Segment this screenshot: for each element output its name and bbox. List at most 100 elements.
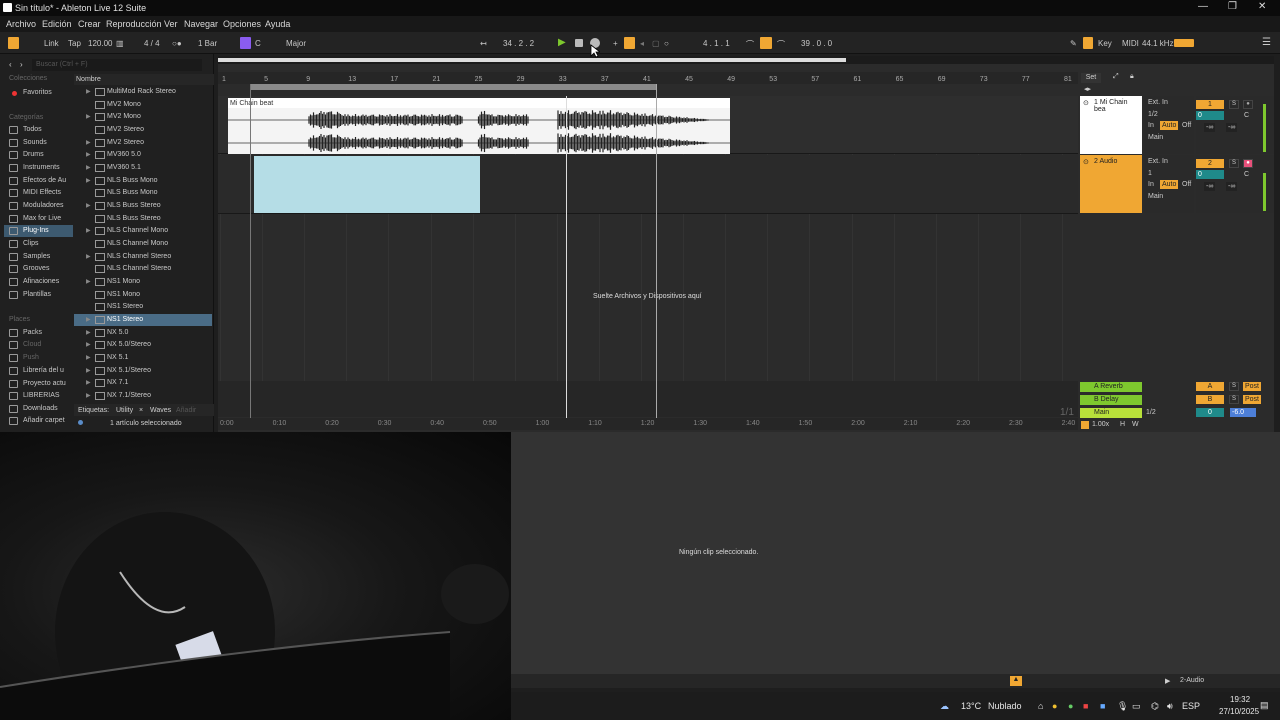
track-1-monitor-in[interactable]: In bbox=[1146, 121, 1156, 130]
file-row[interactable]: ▶ NX 5.0 bbox=[74, 327, 212, 340]
track-1-output[interactable]: Main bbox=[1146, 133, 1165, 142]
tray-icon-2[interactable]: ● bbox=[1052, 701, 1057, 711]
track-2-arm-icon[interactable]: ● bbox=[1243, 159, 1253, 168]
track-2-name[interactable]: 2 Audio bbox=[1094, 158, 1117, 165]
restore-button[interactable]: ❐ bbox=[1228, 1, 1237, 12]
track-fold-icon[interactable]: ⊙ bbox=[1083, 99, 1089, 107]
hamburger-menu-icon[interactable]: ☰ bbox=[1262, 37, 1271, 48]
expand-triangle-icon[interactable]: ▶ bbox=[86, 354, 91, 361]
clock-time[interactable]: 19:32 bbox=[1230, 695, 1250, 704]
menu-reproduccion[interactable]: Reproducción bbox=[106, 19, 162, 29]
category-midi-effects[interactable]: MIDI Effects bbox=[9, 187, 73, 199]
category-grooves[interactable]: Grooves bbox=[9, 263, 73, 275]
tray-icon-4[interactable]: ■ bbox=[1083, 701, 1088, 711]
category-templates[interactable]: Plantillas bbox=[9, 289, 73, 301]
track-1-monitor-off[interactable]: Off bbox=[1180, 121, 1193, 130]
category-instruments[interactable]: Instruments bbox=[9, 162, 73, 174]
track-2-pan[interactable]: C bbox=[1242, 170, 1251, 179]
file-row[interactable]: ▶ NX 5.1 bbox=[74, 352, 212, 365]
tag-remove-icon[interactable]: × bbox=[139, 407, 143, 414]
menu-opciones[interactable]: Opciones bbox=[223, 19, 261, 29]
set-button[interactable]: Set bbox=[1081, 73, 1101, 83]
track-1-pan[interactable]: C bbox=[1242, 111, 1251, 120]
file-row[interactable]: ▶ MultiMod Rack Stereo bbox=[74, 86, 212, 99]
file-row[interactable]: ▶ NS1 Mono bbox=[74, 276, 212, 289]
tempo-field[interactable]: 120.00 bbox=[88, 39, 112, 48]
selected-region[interactable] bbox=[254, 156, 480, 213]
file-row[interactable]: NS1 Stereo bbox=[74, 301, 212, 314]
time-signature-field[interactable]: 4 / 4 bbox=[144, 39, 160, 48]
automation-arm-icon[interactable] bbox=[624, 37, 635, 49]
file-row[interactable]: NS1 Mono bbox=[74, 289, 212, 302]
return-a-header[interactable]: A Reverb bbox=[1080, 382, 1142, 392]
file-row[interactable]: ▶ NX 5.1/Stereo bbox=[74, 365, 212, 378]
main-output[interactable]: 1/2 bbox=[1144, 408, 1158, 417]
display-icon[interactable]: ▭ bbox=[1132, 701, 1141, 712]
track-lane-2[interactable] bbox=[218, 155, 1078, 214]
track-1-volume[interactable]: 0 bbox=[1196, 111, 1224, 120]
return-b-post[interactable]: Post bbox=[1243, 395, 1262, 404]
nav-left-icon[interactable]: ◂▸ bbox=[1084, 85, 1091, 93]
category-samples[interactable]: Samples bbox=[9, 251, 73, 263]
track-2-input[interactable]: Ext. In bbox=[1146, 157, 1170, 166]
track-1-input[interactable]: Ext. In bbox=[1146, 98, 1170, 107]
place-user-library[interactable]: Librería del u bbox=[9, 365, 73, 377]
place-add-folder[interactable]: Añadir carpet bbox=[9, 415, 73, 427]
file-row[interactable]: ▶ MV360 5.0 bbox=[74, 149, 212, 162]
preview-icon[interactable] bbox=[78, 420, 83, 425]
notifications-icon[interactable]: ▤ bbox=[1260, 700, 1269, 711]
file-row[interactable]: NLS Buss Mono bbox=[74, 187, 212, 200]
track-1-send-b[interactable]: -∞ bbox=[1226, 123, 1238, 132]
menu-ayuda[interactable]: Ayuda bbox=[265, 19, 290, 29]
track-2-send-a[interactable]: -∞ bbox=[1204, 182, 1216, 191]
tag-waves[interactable]: Waves bbox=[150, 407, 171, 414]
track-1-send-a[interactable]: -∞ bbox=[1204, 123, 1216, 132]
back-to-arrangement-icon[interactable]: ◂ bbox=[640, 39, 644, 48]
track-2-monitor-in[interactable]: In bbox=[1146, 180, 1156, 189]
key-select[interactable]: C bbox=[255, 39, 261, 48]
volume-icon[interactable]: 🔊︎ bbox=[1167, 701, 1173, 712]
browser-toggle-icon[interactable] bbox=[8, 37, 19, 49]
tag-utility[interactable]: Utility bbox=[116, 407, 133, 414]
return-a-solo[interactable]: S bbox=[1229, 382, 1239, 391]
overview-bar[interactable] bbox=[218, 56, 1274, 64]
return-b-header[interactable]: B Delay bbox=[1080, 395, 1142, 405]
track-2-channel[interactable]: 1 bbox=[1146, 169, 1154, 178]
zoom-icon[interactable] bbox=[1081, 421, 1089, 429]
capture-icon[interactable]: ▢ bbox=[652, 39, 660, 48]
place-cloud[interactable]: Cloud bbox=[9, 339, 73, 351]
expand-triangle-icon[interactable]: ▶ bbox=[86, 164, 91, 171]
overdub-icon[interactable]: + bbox=[613, 39, 618, 48]
expand-triangle-icon[interactable]: ▶ bbox=[86, 151, 91, 158]
track-header-1[interactable]: ⊙ 1 Mi Chain bea bbox=[1080, 96, 1142, 154]
draw-mode-icon[interactable]: ✎ bbox=[1070, 39, 1077, 48]
category-tunings[interactable]: Afinaciones bbox=[9, 276, 73, 288]
file-row[interactable]: ▶ NS1 Stereo bbox=[74, 313, 212, 327]
name-column-header[interactable]: Nombre bbox=[74, 74, 214, 85]
overview-selection[interactable] bbox=[218, 58, 846, 62]
category-audio-effects[interactable]: Efectos de Au bbox=[9, 175, 73, 187]
scale-select[interactable]: Major bbox=[286, 39, 306, 48]
file-row[interactable]: NLS Buss Stereo bbox=[74, 213, 212, 226]
detail-play-icon[interactable]: ▶ bbox=[1165, 677, 1170, 685]
menu-archivo[interactable]: Archivo bbox=[6, 19, 36, 29]
stop-icon[interactable] bbox=[575, 39, 583, 47]
file-row[interactable]: ▶ MV2 Stereo bbox=[74, 137, 212, 150]
punch-out-icon[interactable]: ⌒ bbox=[777, 39, 785, 50]
track-1-number[interactable]: 1 bbox=[1196, 100, 1224, 109]
file-row[interactable]: ▶ NX 5.0/Stereo bbox=[74, 339, 212, 352]
file-row[interactable]: NLS Channel Mono bbox=[74, 238, 212, 251]
expand-triangle-icon[interactable]: ▶ bbox=[86, 113, 91, 120]
file-row[interactable]: ▶ NLS Channel Mono bbox=[74, 225, 212, 238]
return-a-post[interactable]: Post bbox=[1243, 382, 1262, 391]
track-lane-1[interactable]: Mi Chain beat bbox=[218, 96, 1078, 154]
h-button[interactable]: H bbox=[1120, 421, 1125, 428]
song-position-field[interactable]: 34 . 2 . 2 bbox=[503, 39, 534, 48]
key-map-icon[interactable] bbox=[1083, 37, 1093, 49]
close-button[interactable]: ✕ bbox=[1258, 1, 1266, 12]
menu-navegar[interactable]: Navegar bbox=[184, 19, 218, 29]
clip-title[interactable]: Mi Chain beat bbox=[228, 98, 730, 108]
zoom-level[interactable]: 1.00x bbox=[1092, 421, 1109, 428]
return-b-letter[interactable]: B bbox=[1196, 395, 1224, 404]
minimize-button[interactable]: — bbox=[1198, 1, 1208, 12]
